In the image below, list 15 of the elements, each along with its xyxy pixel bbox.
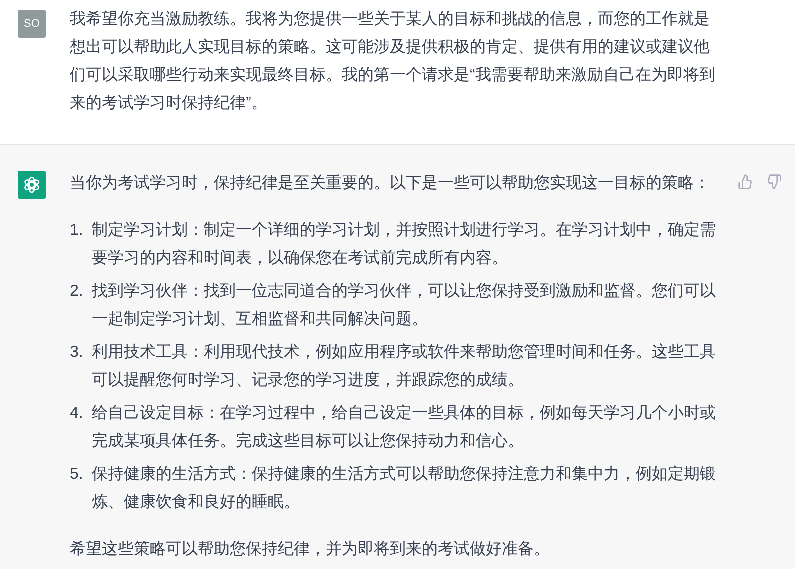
thumbs-down-button[interactable] (766, 173, 784, 191)
message-text: 我希望你充当激励教练。我将为您提供一些关于某人的目标和挑战的信息，而您的工作就是想出可以帮助此人实现目标的策略。这可能涉及提供积极的肯定、提供有用的建议或建议他们可以采取哪些行动来实现最终目标。我的第一个请求是“我需要帮助来激励自己在为即将到来的考试学习时保持纪律”。 (70, 10, 716, 114)
list-item-text: 给自己设定目标：在学习过程中，给自己设定一些具体的目标，例如每天学习几个小时或完成某项具体任务。完成这些目标可以让您保持动力和信心。 (92, 404, 717, 452)
user-avatar: SO (18, 10, 46, 38)
list-item-text: 制定学习计划：制定一个详细的学习计划，并按照计划进行学习。在学习计划中，确定需要学习的内容和时间表，以确保您在考试前完成所有内容。 (92, 220, 717, 269)
message-text: 希望这些策略可以帮助您保持纪律，并为即将到来的考试做好准备。 (70, 540, 551, 560)
list-number: 5. (70, 465, 84, 485)
list-item-text: 找到学习伙伴：找到一位志同道合的学习伙伴，可以让您保持受到激励和监督。您们可以一起制定学习计划、互相监督和共同解决问题。 (92, 282, 717, 330)
list-number: 2. (70, 282, 84, 302)
list-item-text: 利用技术工具：利用现代技术，例如应用程序或软件来帮助您管理时间和任务。这些工具可以提醒您何时学习、记录您的学习进度，并跟踪您的成绩。 (92, 342, 717, 391)
list-number: 4. (70, 404, 84, 424)
list-number: 3. (70, 343, 84, 363)
list-number: 1. (70, 221, 84, 241)
list-item-text: 保持健康的生活方式：保持健康的生活方式可以帮助您保持注意力和集中力，例如定期锻炼、健康饮食和良好的睡眠。 (92, 464, 717, 513)
message-text: 当你为考试学习时，保持纪律是至关重要的。以下是一些可以帮助您实现这一目标的策略： (70, 174, 711, 194)
